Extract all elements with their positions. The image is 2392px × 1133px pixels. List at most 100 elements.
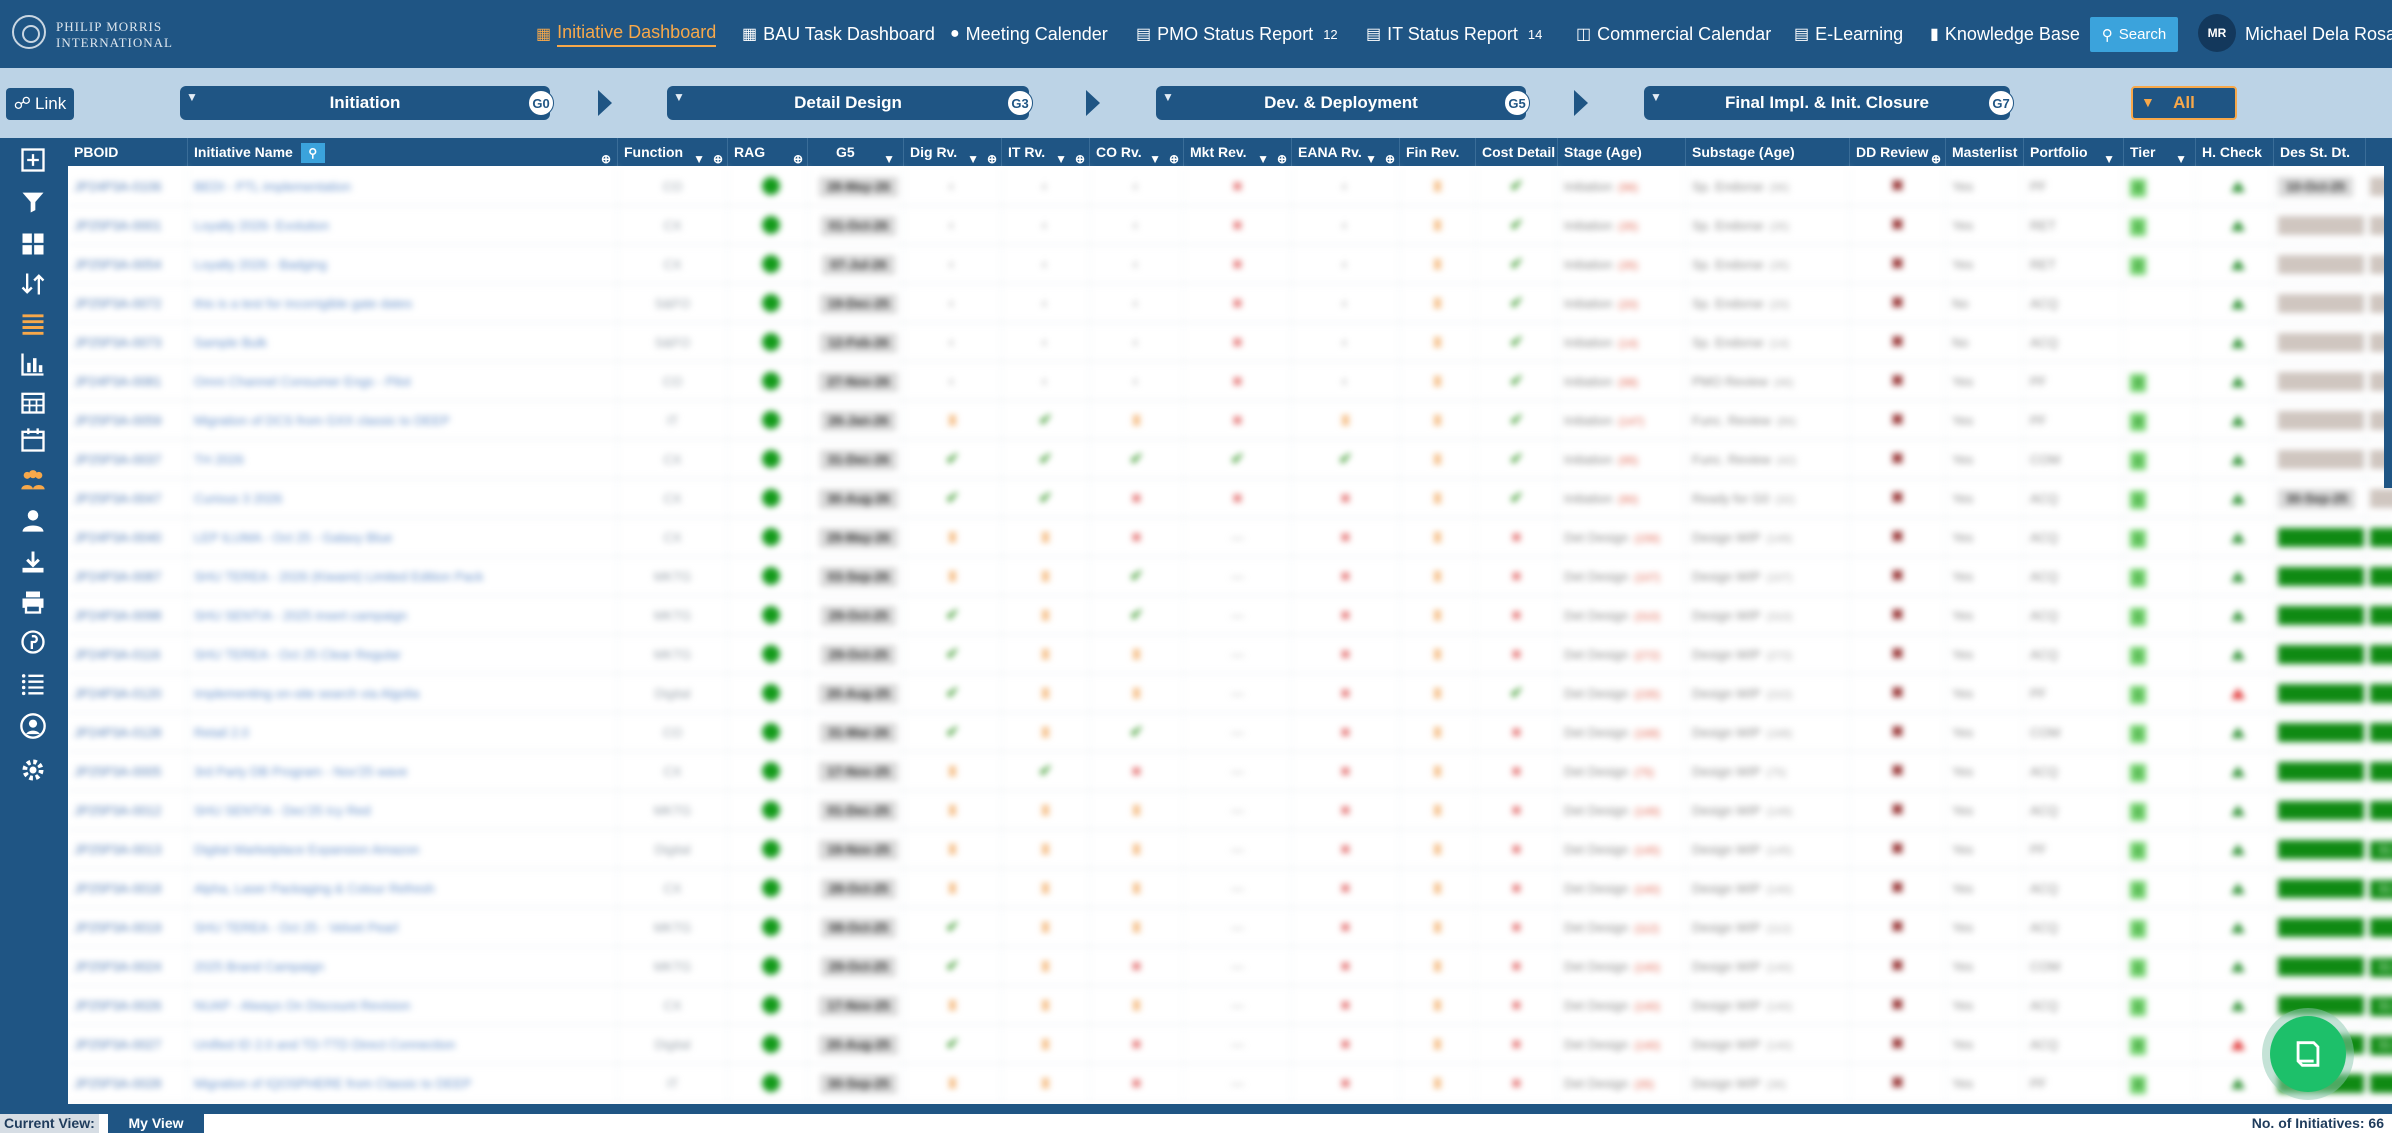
filter-icon[interactable] [0, 182, 66, 222]
sort-icon[interactable] [0, 264, 66, 304]
cell-name[interactable]: Curious 3 2026 [188, 479, 618, 518]
cell-id[interactable]: JP24P3A-0098 [68, 596, 188, 635]
col-tier[interactable]: Tier ▼ [2124, 138, 2196, 166]
col-pboid[interactable]: PBOID [68, 138, 188, 166]
table-row[interactable]: JP25P3A-0073 Sample Bulk S&FO 12-Feb-26 ◐ ◐ ◐ ✖… [68, 323, 2392, 362]
cell-name[interactable]: NUAP - Always On Discount Revision [188, 986, 618, 1025]
cell-id[interactable]: JP25P3A-0005 [68, 752, 188, 791]
cell-id[interactable]: JP25P3A-0024 [68, 947, 188, 986]
table-row[interactable]: JP25P3A-0005 3rd Party DB Program - Nov'2… [68, 752, 2392, 791]
cell-name[interactable]: TH 2026 [188, 440, 618, 479]
add-icon[interactable] [0, 140, 66, 180]
stage-detail-design[interactable]: ▼ Detail Design G3 [667, 86, 1033, 120]
download-icon[interactable] [0, 542, 66, 582]
nav-it-status-report[interactable]: ▤ IT Status Report 14 [1366, 0, 1542, 68]
table-row[interactable]: JP25P3A-0054 Loyalty 2026 - Badging CX 07-J… [68, 245, 2392, 284]
table-row[interactable]: JP25P3A-0037 TH 2026 CX 31-Dec-26 ✔ ✔ ✔ ✔ ✔ ⧗ ✔ Ini… [68, 440, 2392, 479]
checklist-icon[interactable] [0, 664, 66, 704]
cell-name[interactable]: Migration of IQOSPHERE from Classic to D… [188, 1064, 618, 1103]
cell-name[interactable]: Unified ID 2.0 and TD-TTD Direct Connect… [188, 1025, 618, 1064]
search-button[interactable]: ⚲ Search [2090, 17, 2178, 52]
cell-id[interactable]: JP25P3A-0054 [68, 245, 188, 284]
cell-id[interactable]: JP24P3A-0116 [68, 635, 188, 674]
table-row[interactable]: JP25P3A-0001 Loyalty 2026- Evolution CX 01-… [68, 206, 2392, 245]
calendar-grid-icon[interactable] [0, 382, 66, 422]
cell-name[interactable]: SHU SENTIA - Dec'25 Icy Red [188, 791, 618, 830]
col-initiative-name[interactable]: Initiative Name ⚲ ⊕ [188, 138, 618, 166]
cell-id[interactable]: JP24P3A-0087 [68, 557, 188, 596]
cell-id[interactable]: JP25P3A-0072 [68, 284, 188, 323]
table-row[interactable]: JP25P3A-0047 Curious 3 2026 CX 30-Aug-26 ✔ ✔ ✖… [68, 479, 2392, 518]
table-row[interactable]: JP25P3A-0072 this is a test for incorrigi… [68, 284, 2392, 323]
cell-id[interactable]: JP25P3A-0026 [68, 986, 188, 1025]
cell-id[interactable]: JP25P3A-0019 [68, 908, 188, 947]
cell-id[interactable]: JP24P3A-0128 [68, 713, 188, 752]
cell-name[interactable]: Omni Channel Consumer Engs - Pilot [188, 362, 618, 401]
cell-name[interactable]: Digital Marketplace Expansion Amazon [188, 830, 618, 869]
avatar[interactable]: MR [2198, 14, 2236, 52]
table-row[interactable]: JP25P3A-0026 NUAP - Always On Discount Re… [68, 986, 2392, 1025]
table-row[interactable]: JP25P3A-0018 Alpha, Laser Packaging & Col… [68, 869, 2392, 908]
table-row[interactable]: JP24P3A-0098 SHU SENTIA - 2025 insert cam… [68, 596, 2392, 635]
cell-id[interactable]: JP25P3A-0037 [68, 440, 188, 479]
filter-all-button[interactable]: ▼ All [2131, 86, 2237, 120]
cell-id[interactable]: JP24P3A-0040 [68, 518, 188, 557]
cell-name[interactable]: Loyalty 2026 - Badging [188, 245, 618, 284]
account-icon[interactable] [0, 706, 66, 746]
col-h-check[interactable]: H. Check [2196, 138, 2274, 166]
stage-final-impl[interactable]: ▼ Final Impl. & Init. Closure G7 [1644, 86, 2014, 120]
cell-id[interactable]: JP25P3A-0001 [68, 206, 188, 245]
cell-id[interactable]: JP25P3A-0013 [68, 830, 188, 869]
table-row[interactable]: JP24P3A-0106 BEDI - PTL implementation CO 2… [68, 167, 2392, 206]
col-portfolio[interactable]: Portfolio ▼ [2024, 138, 2124, 166]
table-row[interactable]: JP24P3A-0128 Retail 2.0 CO 31-Mar-26 ✔ ⧗ ✔ — ✖ ⧗ ✖… [68, 713, 2392, 752]
user-icon[interactable] [0, 500, 66, 540]
col-dd-review[interactable]: DD Review ⊕ [1850, 138, 1946, 166]
cell-id[interactable]: JP25P3A-0027 [68, 1025, 188, 1064]
cell-id[interactable]: JP24P3A-0106 [68, 167, 188, 206]
col-g5[interactable]: G5 ▼ [808, 138, 904, 166]
cell-name[interactable]: 2025 Brand Campaign [188, 947, 618, 986]
stage-dev-deployment[interactable]: ▼ Dev. & Deployment G5 [1156, 86, 1530, 120]
cell-name[interactable]: SHU TEREA - Oct 25 - Velvet Pearl [188, 908, 618, 947]
cell-name[interactable]: SHU SENTIA - 2025 insert campaign [188, 596, 618, 635]
nav-e-learning[interactable]: ▤ E-Learning [1794, 0, 1903, 68]
nav-initiative-dashboard[interactable]: ▦ Initiative Dashboard [536, 0, 717, 68]
col-cost-detail[interactable]: Cost Detail [1476, 138, 1558, 166]
cell-name[interactable]: Sample Bulk [188, 323, 618, 362]
nav-commercial-calendar[interactable]: ◫ Commercial Calendar [1576, 0, 1771, 68]
user-name[interactable]: Michael Dela Rosa [2245, 24, 2392, 45]
cell-name[interactable]: LEP ILUMA - Oct 25 - Galaxy Blue [188, 518, 618, 557]
nav-meeting-calender[interactable]: ● Meeting Calender [950, 0, 1108, 68]
cell-name[interactable]: this is a test for incorrigible gate dat… [188, 284, 618, 323]
list-view-icon[interactable] [0, 304, 66, 344]
table-row[interactable]: JP24P3A-0040 LEP ILUMA - Oct 25 - Galaxy … [68, 518, 2392, 557]
feedback-fab-button[interactable] [2270, 1016, 2346, 1092]
pin-icon[interactable] [0, 622, 66, 662]
cell-id[interactable]: JP25P3A-0059 [68, 401, 188, 440]
table-row[interactable]: JP24P3A-0120 Implementing on-site search … [68, 674, 2392, 713]
print-icon[interactable] [0, 582, 66, 622]
cell-name[interactable]: BEDI - PTL implementation [188, 167, 618, 206]
cell-id[interactable]: JP25P3A-0073 [68, 323, 188, 362]
table-row[interactable]: JP24P3A-0087 SHU TEREA - 2026 (Kiwami) Li… [68, 557, 2392, 596]
cell-name[interactable]: Implementing on-site search via Algolia [188, 674, 618, 713]
grid-view-icon[interactable] [0, 224, 66, 264]
cell-id[interactable]: JP24P3A-0120 [68, 674, 188, 713]
col-masterlist[interactable]: Masterlist [1946, 138, 2024, 166]
vertical-scrollbar[interactable] [2384, 138, 2392, 488]
current-view-value[interactable]: My View [108, 1114, 204, 1133]
stage-initiation[interactable]: ▼ Initiation G0 [180, 86, 554, 120]
calendar-icon[interactable] [0, 420, 66, 460]
table-row[interactable]: JP25P3A-0059 Migration of DCS from GXX cl… [68, 401, 2392, 440]
table-row[interactable]: JP25P3A-0012 SHU SENTIA - Dec'25 Icy Red M… [68, 791, 2392, 830]
team-icon[interactable] [0, 460, 66, 500]
col-mkt-rev[interactable]: Mkt Rev. ▼ ⊕ [1184, 138, 1292, 166]
table-row[interactable]: JP25P3A-0024 2025 Brand Campaign MKTG 29-Oc… [68, 947, 2392, 986]
table-row[interactable]: JP25P3A-0027 Unified ID 2.0 and TD-TTD Di… [68, 1025, 2392, 1064]
cell-name[interactable]: Loyalty 2026- Evolution [188, 206, 618, 245]
col-fin-rev[interactable]: Fin Rev. [1400, 138, 1476, 166]
col-des-st-dt[interactable]: Des St. Dt. [2274, 138, 2366, 166]
cell-id[interactable]: JP25P3A-0047 [68, 479, 188, 518]
nav-knowledge-base[interactable]: ▮ Knowledge Base [1930, 0, 2080, 68]
